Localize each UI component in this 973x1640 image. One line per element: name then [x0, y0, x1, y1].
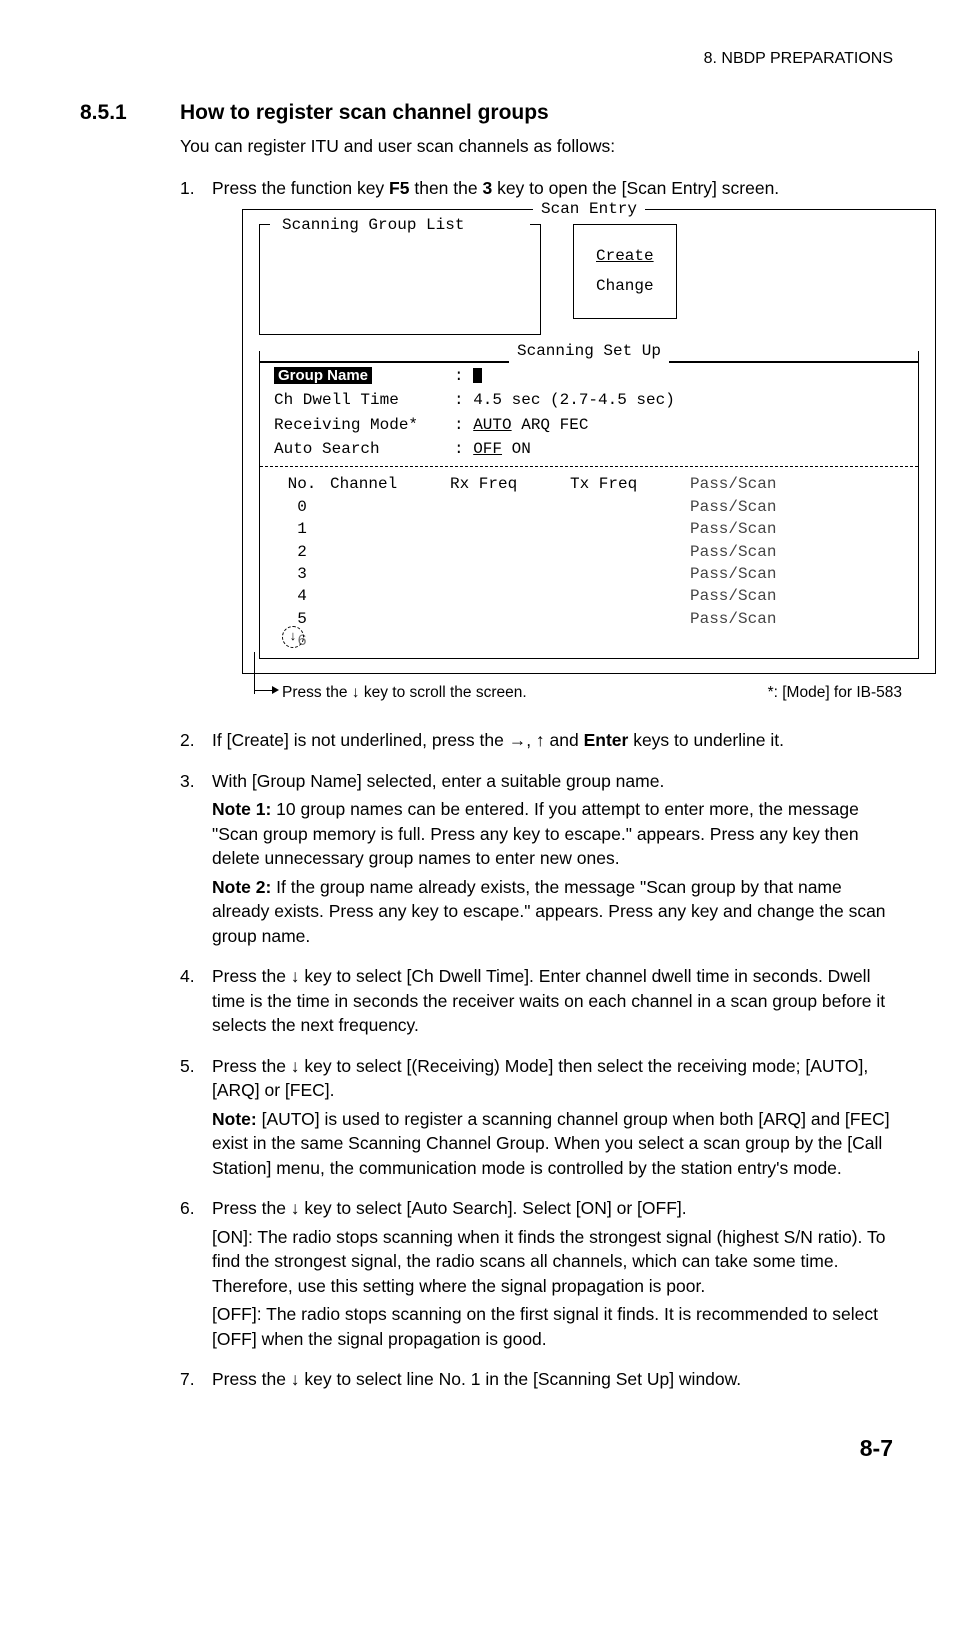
- on-desc: [ON]: The radio stops scanning when it f…: [212, 1225, 893, 1299]
- auto-search-label: Auto Search: [274, 438, 454, 460]
- step-text: With [Group Name] selected, enter a suit…: [212, 769, 893, 794]
- note: Note: [AUTO] is used to register a scann…: [212, 1107, 893, 1181]
- mode-label: Receiving Mode*: [274, 414, 454, 436]
- create-option: Create: [596, 247, 654, 265]
- col-tx: Tx Freq: [570, 473, 690, 495]
- step-number: 1.: [180, 176, 212, 716]
- col-pass-scan: Pass/Scan: [690, 473, 820, 495]
- scroll-caption: Press the ↓ key to scroll the screen.: [282, 682, 768, 704]
- step-5: 5. Press the ↓ key to select [(Receiving…: [180, 1054, 893, 1185]
- col-rx: Rx Freq: [450, 473, 570, 495]
- step-text: Press the ↓ key to select [Ch Dwell Time…: [212, 964, 893, 1038]
- step-6: 6. Press the ↓ key to select [Auto Searc…: [180, 1196, 893, 1355]
- table-row: 4 Pass/Scan: [274, 585, 904, 607]
- row-no: 4: [274, 585, 330, 607]
- row-pass-scan: Pass/Scan: [690, 585, 820, 607]
- row-no: 5: [274, 608, 330, 630]
- table-row: 3 Pass/Scan: [274, 563, 904, 585]
- table-row: 0 Pass/Scan: [274, 496, 904, 518]
- create-change-box: Create Change: [573, 224, 677, 319]
- row-pass-scan: Pass/Scan: [690, 563, 820, 585]
- step-number: 6.: [180, 1196, 212, 1355]
- section-title: How to register scan channel groups: [180, 101, 549, 124]
- section-number: 8.5.1: [80, 98, 180, 127]
- row-pass-scan: Pass/Scan: [690, 541, 820, 563]
- note-2: Note 2: If the group name already exists…: [212, 875, 893, 949]
- row-no: 2: [274, 541, 330, 563]
- row-pass-scan: Pass/Scan: [690, 496, 820, 518]
- table-row: 2 Pass/Scan: [274, 541, 904, 563]
- step-number: 7.: [180, 1367, 212, 1396]
- divider: [260, 466, 918, 467]
- step-number: 2.: [180, 728, 212, 757]
- auto-value-rest: ON: [502, 440, 531, 458]
- mode-footnote: *: [Mode] for IB-583: [768, 682, 902, 704]
- row-no: 1: [274, 518, 330, 540]
- section-heading: 8.5.1How to register scan channel groups: [80, 98, 893, 127]
- auto-value-off: OFF: [473, 440, 502, 458]
- col-no: No.: [274, 473, 330, 495]
- step-number: 3.: [180, 769, 212, 953]
- intro-text: You can register ITU and user scan chann…: [180, 134, 893, 159]
- step-text: Press the ↓ key to select [(Receiving) M…: [212, 1054, 893, 1103]
- note-1: Note 1: 10 group names can be entered. I…: [212, 797, 893, 871]
- scan-entry-figure: Scan Entry Scanning Group List Create Ch…: [242, 209, 936, 704]
- row-no: 0: [274, 496, 330, 518]
- row-pass-scan: Pass/Scan: [690, 518, 820, 540]
- page-number: 8-7: [80, 1432, 893, 1464]
- step-number: 5.: [180, 1054, 212, 1185]
- figure-outer-title: Scan Entry: [533, 198, 645, 220]
- step-1: 1. Press the function key F5 then the 3 …: [180, 176, 893, 716]
- row-no: 3: [274, 563, 330, 585]
- callout-arrow: [242, 682, 282, 702]
- row-pass-scan: Pass/Scan: [690, 608, 820, 630]
- step-3: 3. With [Group Name] selected, enter a s…: [180, 769, 893, 953]
- change-option: Change: [596, 275, 654, 297]
- dwell-value: 4.5 sec (2.7-4.5 sec): [473, 391, 675, 409]
- step-text: If [Create] is not underlined, press the…: [212, 728, 893, 753]
- scanning-setup-title: Scanning Set Up: [509, 340, 669, 362]
- col-channel: Channel: [330, 473, 450, 495]
- scanning-group-list-title: Scanning Group List: [278, 214, 468, 236]
- mode-value-auto: AUTO: [473, 416, 511, 434]
- dwell-label: Ch Dwell Time: [274, 389, 454, 411]
- step-4: 4. Press the ↓ key to select [Ch Dwell T…: [180, 964, 893, 1042]
- step-text: Press the ↓ key to select [Auto Search].…: [212, 1196, 893, 1221]
- step-number: 4.: [180, 964, 212, 1042]
- table-row: 5 Pass/Scan: [274, 608, 904, 630]
- channel-table-header: No. Channel Rx Freq Tx Freq Pass/Scan: [274, 473, 904, 495]
- scanning-setup-box: Scanning Set Up Group Name : Ch Dwell Ti…: [259, 351, 919, 660]
- procedure-list: 1. Press the function key F5 then the 3 …: [180, 176, 893, 1395]
- mode-value-rest: ARQ FEC: [512, 416, 589, 434]
- step-text: Press the ↓ key to select line No. 1 in …: [212, 1367, 893, 1392]
- off-desc: [OFF]: The radio stops scanning on the f…: [212, 1302, 893, 1351]
- step-2: 2. If [Create] is not underlined, press …: [180, 728, 893, 757]
- running-header: 8. NBDP PREPARATIONS: [80, 48, 893, 70]
- scanning-group-list-box: Scanning Group List: [259, 224, 541, 335]
- table-row: 1 Pass/Scan: [274, 518, 904, 540]
- row-6-no: 6: [274, 630, 330, 652]
- step-7: 7. Press the ↓ key to select line No. 1 …: [180, 1367, 893, 1396]
